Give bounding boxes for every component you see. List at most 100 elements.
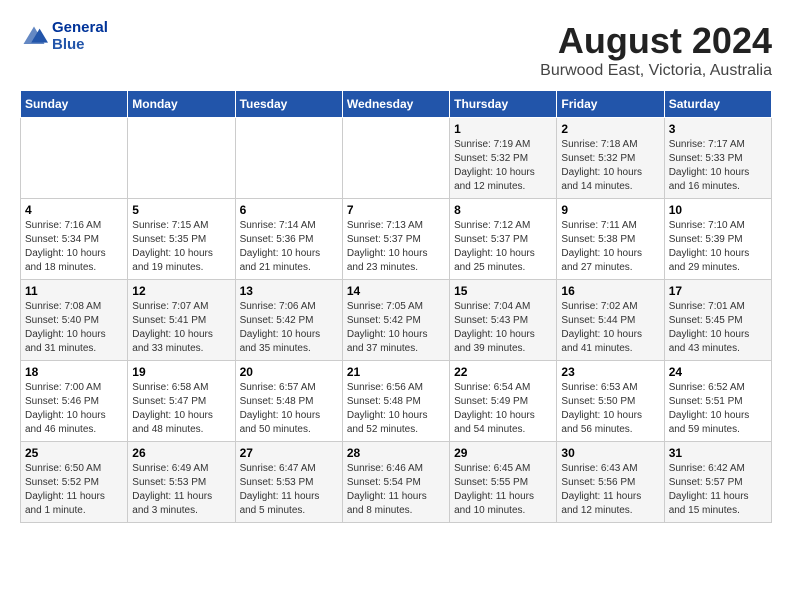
- day-info: Sunrise: 6:42 AM Sunset: 5:57 PM Dayligh…: [669, 462, 767, 518]
- calendar-table: SundayMondayTuesdayWednesdayThursdayFrid…: [20, 90, 772, 523]
- day-cell: 1 Sunrise: 7:19 AM Sunset: 5:32 PM Daylig…: [450, 118, 557, 199]
- day-cell: 19 Sunrise: 6:58 AM Sunset: 5:47 PM Dayli…: [128, 361, 235, 442]
- header-cell-friday: Friday: [557, 91, 664, 118]
- day-number: 31: [669, 446, 767, 460]
- day-info: Sunrise: 7:14 AM Sunset: 5:36 PM Dayligh…: [240, 219, 338, 275]
- day-cell: 15Sunrise: 7:04 AM Sunset: 5:43 PM Dayli…: [450, 280, 557, 361]
- day-info: Sunrise: 6:43 AM Sunset: 5:56 PM Dayligh…: [561, 462, 659, 518]
- day-cell: 31 Sunrise: 6:42 AM Sunset: 5:57 PM Dayli…: [664, 442, 771, 523]
- day-number: 30: [561, 446, 659, 460]
- day-number: 21: [347, 365, 445, 379]
- calendar-header: SundayMondayTuesdayWednesdayThursdayFrid…: [21, 91, 772, 118]
- day-cell: 8 Sunrise: 7:12 AM Sunset: 5:37 PM Daylig…: [450, 199, 557, 280]
- day-info: Sunrise: 7:01 AM Sunset: 5:45 PM Dayligh…: [669, 300, 767, 356]
- day-cell: 4Sunrise: 7:16 AM Sunset: 5:34 PM Daylig…: [21, 199, 128, 280]
- day-info: Sunrise: 6:49 AM Sunset: 5:53 PM Dayligh…: [132, 462, 230, 518]
- day-info: Sunrise: 7:12 AM Sunset: 5:37 PM Dayligh…: [454, 219, 552, 275]
- calendar-subtitle: Burwood East, Victoria, Australia: [540, 62, 772, 80]
- day-number: 22: [454, 365, 552, 379]
- day-info: Sunrise: 7:11 AM Sunset: 5:38 PM Dayligh…: [561, 219, 659, 275]
- week-row-2: 4Sunrise: 7:16 AM Sunset: 5:34 PM Daylig…: [21, 199, 772, 280]
- day-number: 5: [132, 203, 230, 217]
- day-number: 20: [240, 365, 338, 379]
- day-info: Sunrise: 7:18 AM Sunset: 5:32 PM Dayligh…: [561, 138, 659, 194]
- day-info: Sunrise: 7:13 AM Sunset: 5:37 PM Dayligh…: [347, 219, 445, 275]
- day-cell: [235, 118, 342, 199]
- day-number: 10: [669, 203, 767, 217]
- day-number: 11: [25, 284, 123, 298]
- day-info: Sunrise: 6:57 AM Sunset: 5:48 PM Dayligh…: [240, 381, 338, 437]
- day-cell: 2 Sunrise: 7:18 AM Sunset: 5:32 PM Daylig…: [557, 118, 664, 199]
- day-number: 14: [347, 284, 445, 298]
- day-cell: 14Sunrise: 7:05 AM Sunset: 5:42 PM Dayli…: [342, 280, 449, 361]
- header-cell-sunday: Sunday: [21, 91, 128, 118]
- header-cell-wednesday: Wednesday: [342, 91, 449, 118]
- day-info: Sunrise: 7:10 AM Sunset: 5:39 PM Dayligh…: [669, 219, 767, 275]
- day-cell: 5 Sunrise: 7:15 AM Sunset: 5:35 PM Daylig…: [128, 199, 235, 280]
- day-cell: 29 Sunrise: 6:45 AM Sunset: 5:55 PM Dayli…: [450, 442, 557, 523]
- day-cell: 12 Sunrise: 7:07 AM Sunset: 5:41 PM Dayli…: [128, 280, 235, 361]
- day-number: 15: [454, 284, 552, 298]
- calendar-body: 1 Sunrise: 7:19 AM Sunset: 5:32 PM Daylig…: [21, 118, 772, 523]
- day-number: 1: [454, 122, 552, 136]
- logo-icon: [20, 23, 48, 51]
- day-number: 26: [132, 446, 230, 460]
- day-cell: 21Sunrise: 6:56 AM Sunset: 5:48 PM Dayli…: [342, 361, 449, 442]
- day-cell: 16Sunrise: 7:02 AM Sunset: 5:44 PM Dayli…: [557, 280, 664, 361]
- week-row-3: 11 Sunrise: 7:08 AM Sunset: 5:40 PM Dayli…: [21, 280, 772, 361]
- day-info: Sunrise: 6:54 AM Sunset: 5:49 PM Dayligh…: [454, 381, 552, 437]
- day-info: Sunrise: 6:45 AM Sunset: 5:55 PM Dayligh…: [454, 462, 552, 518]
- logo-text-blue: Blue: [52, 37, 108, 54]
- day-cell: 9 Sunrise: 7:11 AM Sunset: 5:38 PM Daylig…: [557, 199, 664, 280]
- day-info: Sunrise: 7:07 AM Sunset: 5:41 PM Dayligh…: [132, 300, 230, 356]
- day-cell: 22 Sunrise: 6:54 AM Sunset: 5:49 PM Dayli…: [450, 361, 557, 442]
- day-number: 4: [25, 203, 123, 217]
- header-cell-tuesday: Tuesday: [235, 91, 342, 118]
- week-row-4: 18Sunrise: 7:00 AM Sunset: 5:46 PM Dayli…: [21, 361, 772, 442]
- header-cell-saturday: Saturday: [664, 91, 771, 118]
- logo: General Blue: [20, 20, 108, 53]
- title-block: August 2024 Burwood East, Victoria, Aust…: [540, 20, 772, 80]
- day-cell: 27 Sunrise: 6:47 AM Sunset: 5:53 PM Dayli…: [235, 442, 342, 523]
- day-number: 28: [347, 446, 445, 460]
- day-cell: 18Sunrise: 7:00 AM Sunset: 5:46 PM Dayli…: [21, 361, 128, 442]
- day-cell: 13Sunrise: 7:06 AM Sunset: 5:42 PM Dayli…: [235, 280, 342, 361]
- day-number: 27: [240, 446, 338, 460]
- day-info: Sunrise: 6:47 AM Sunset: 5:53 PM Dayligh…: [240, 462, 338, 518]
- day-cell: 23Sunrise: 6:53 AM Sunset: 5:50 PM Dayli…: [557, 361, 664, 442]
- day-cell: 26 Sunrise: 6:49 AM Sunset: 5:53 PM Dayli…: [128, 442, 235, 523]
- day-number: 17: [669, 284, 767, 298]
- day-cell: 25Sunrise: 6:50 AM Sunset: 5:52 PM Dayli…: [21, 442, 128, 523]
- day-info: Sunrise: 6:58 AM Sunset: 5:47 PM Dayligh…: [132, 381, 230, 437]
- day-number: 24: [669, 365, 767, 379]
- day-number: 18: [25, 365, 123, 379]
- day-info: Sunrise: 6:52 AM Sunset: 5:51 PM Dayligh…: [669, 381, 767, 437]
- day-info: Sunrise: 7:06 AM Sunset: 5:42 PM Dayligh…: [240, 300, 338, 356]
- header-cell-thursday: Thursday: [450, 91, 557, 118]
- header-row: SundayMondayTuesdayWednesdayThursdayFrid…: [21, 91, 772, 118]
- day-number: 29: [454, 446, 552, 460]
- day-cell: 3Sunrise: 7:17 AM Sunset: 5:33 PM Daylig…: [664, 118, 771, 199]
- day-number: 19: [132, 365, 230, 379]
- day-info: Sunrise: 7:19 AM Sunset: 5:32 PM Dayligh…: [454, 138, 552, 194]
- day-number: 12: [132, 284, 230, 298]
- day-cell: 10 Sunrise: 7:10 AM Sunset: 5:39 PM Dayli…: [664, 199, 771, 280]
- day-cell: [128, 118, 235, 199]
- day-cell: 24 Sunrise: 6:52 AM Sunset: 5:51 PM Dayli…: [664, 361, 771, 442]
- calendar-title: August 2024: [540, 20, 772, 62]
- day-cell: 7Sunrise: 7:13 AM Sunset: 5:37 PM Daylig…: [342, 199, 449, 280]
- day-number: 2: [561, 122, 659, 136]
- header-cell-monday: Monday: [128, 91, 235, 118]
- day-cell: [342, 118, 449, 199]
- day-number: 8: [454, 203, 552, 217]
- day-info: Sunrise: 7:17 AM Sunset: 5:33 PM Dayligh…: [669, 138, 767, 194]
- day-info: Sunrise: 7:08 AM Sunset: 5:40 PM Dayligh…: [25, 300, 123, 356]
- logo-text-general: General: [52, 20, 108, 37]
- day-number: 6: [240, 203, 338, 217]
- day-info: Sunrise: 7:02 AM Sunset: 5:44 PM Dayligh…: [561, 300, 659, 356]
- day-info: Sunrise: 6:46 AM Sunset: 5:54 PM Dayligh…: [347, 462, 445, 518]
- day-info: Sunrise: 7:15 AM Sunset: 5:35 PM Dayligh…: [132, 219, 230, 275]
- day-cell: 20 Sunrise: 6:57 AM Sunset: 5:48 PM Dayli…: [235, 361, 342, 442]
- day-number: 9: [561, 203, 659, 217]
- day-number: 23: [561, 365, 659, 379]
